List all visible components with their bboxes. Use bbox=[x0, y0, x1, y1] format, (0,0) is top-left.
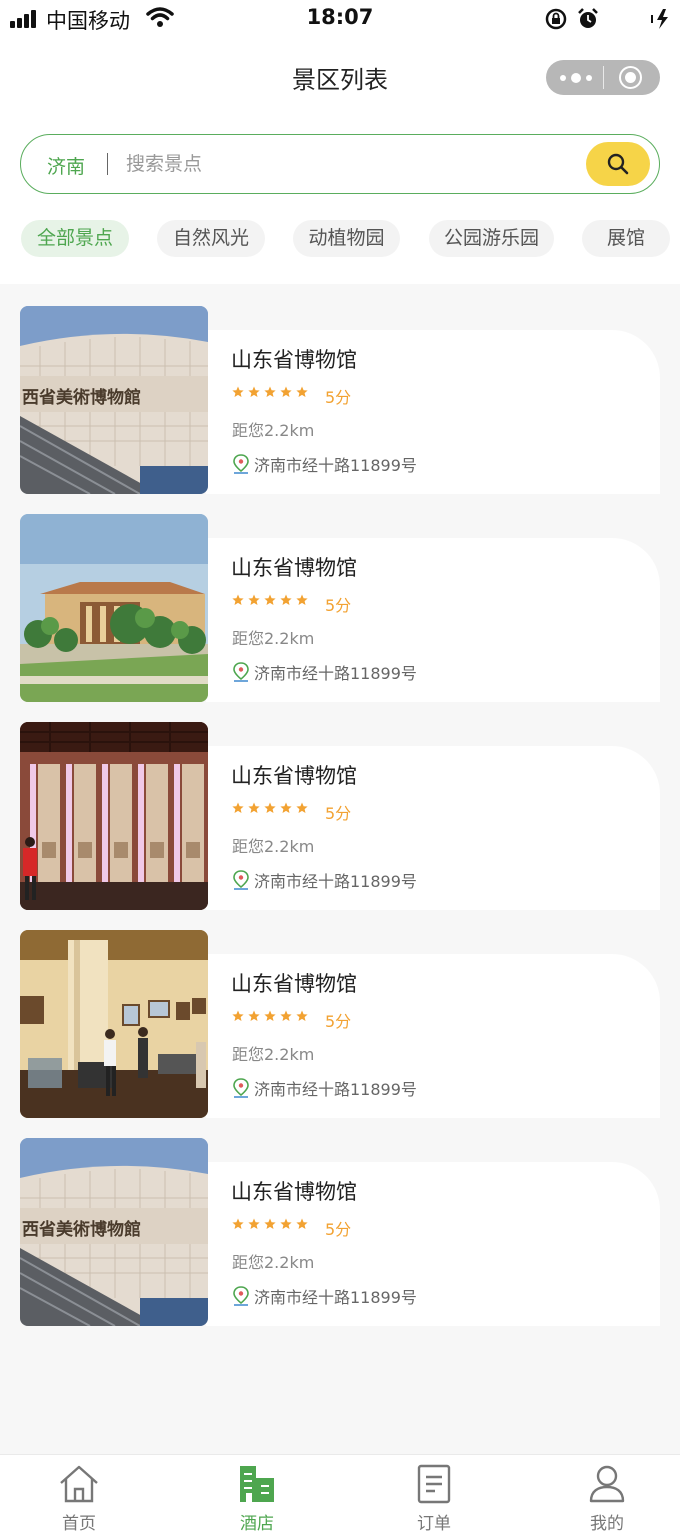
rating-stars bbox=[232, 1218, 312, 1234]
home-icon bbox=[60, 1465, 98, 1503]
tab-label: 订单 bbox=[417, 1514, 451, 1534]
rating-score: 5分 bbox=[325, 388, 352, 407]
distance: 距您2.2km bbox=[232, 1045, 315, 1064]
spot-thumbnail[interactable] bbox=[20, 722, 208, 910]
spot-thumbnail[interactable] bbox=[20, 930, 208, 1118]
tab-label: 我的 bbox=[590, 1514, 624, 1534]
capsule-divider bbox=[603, 66, 604, 89]
alarm-icon bbox=[578, 8, 598, 28]
address: 济南市经十路11899号 bbox=[254, 1080, 417, 1099]
distance: 距您2.2km bbox=[232, 421, 315, 440]
mini-program-capsule bbox=[546, 60, 660, 95]
spot-thumbnail[interactable]: 西省美術博物館 bbox=[20, 306, 208, 494]
category-all[interactable]: 全部景点 bbox=[21, 220, 129, 257]
distance: 距您2.2km bbox=[232, 837, 315, 856]
svg-text:西省美術博物館: 西省美術博物館 bbox=[22, 1219, 141, 1240]
status-bar: 中国移动 18:07 bbox=[0, 0, 680, 38]
rating-score: 5分 bbox=[325, 804, 352, 823]
rating-score: 5分 bbox=[325, 596, 352, 615]
spot-card[interactable]: 西省美術博物館 山东省博物馆 5分 距您2.2km 济南市经十路11899号 bbox=[20, 1138, 660, 1326]
close-mini-program-icon[interactable] bbox=[619, 66, 642, 89]
tab-orders[interactable]: 订单 bbox=[384, 1455, 484, 1534]
spot-name: 山东省博物馆 bbox=[231, 556, 357, 580]
distance: 距您2.2km bbox=[232, 629, 315, 648]
spot-card[interactable]: 西省美術博物館 山东省博物馆 5分 距您2.2km 济南市经十路11899号 bbox=[20, 306, 660, 494]
address: 济南市经十路11899号 bbox=[254, 872, 417, 891]
search-input[interactable] bbox=[126, 145, 576, 183]
tab-hotel[interactable]: 酒店 bbox=[207, 1455, 307, 1534]
spot-thumbnail[interactable] bbox=[20, 514, 208, 702]
charging-icon bbox=[651, 9, 668, 29]
tab-home[interactable]: 首页 bbox=[29, 1455, 129, 1534]
search-button[interactable] bbox=[586, 142, 650, 186]
rating-score: 5分 bbox=[325, 1220, 352, 1239]
rating-stars bbox=[232, 802, 312, 818]
rating-stars bbox=[232, 1010, 312, 1026]
search-icon bbox=[607, 153, 629, 175]
address: 济南市经十路11899号 bbox=[254, 456, 417, 475]
location-pin-icon bbox=[233, 454, 249, 474]
category-zoo-botanical[interactable]: 动植物园 bbox=[293, 220, 400, 257]
category-parks[interactable]: 公园游乐园 bbox=[429, 220, 554, 257]
category-nature[interactable]: 自然风光 bbox=[157, 220, 265, 257]
spot-card[interactable]: 山东省博物馆 5分 距您2.2km 济南市经十路11899号 bbox=[20, 930, 660, 1118]
rating-score: 5分 bbox=[325, 1012, 352, 1031]
hotel-icon bbox=[240, 1466, 274, 1502]
spot-card[interactable]: 山东省博物馆 5分 距您2.2km 济南市经十路11899号 bbox=[20, 514, 660, 702]
spot-card[interactable]: 山东省博物馆 5分 距您2.2km 济南市经十路11899号 bbox=[20, 722, 660, 910]
rating-stars bbox=[232, 594, 312, 610]
rotation-lock-icon bbox=[545, 8, 567, 30]
tab-label: 酒店 bbox=[240, 1514, 274, 1534]
tab-label: 首页 bbox=[62, 1514, 96, 1534]
bottom-tab-bar: 首页 酒店 订单 我的 bbox=[0, 1454, 680, 1534]
location-pin-icon bbox=[233, 870, 249, 890]
address: 济南市经十路11899号 bbox=[254, 664, 417, 683]
tab-profile[interactable]: 我的 bbox=[557, 1455, 657, 1534]
rating-stars bbox=[232, 386, 312, 402]
location-pin-icon bbox=[233, 1078, 249, 1098]
spot-name: 山东省博物馆 bbox=[231, 972, 357, 996]
location-pin-icon bbox=[233, 1286, 249, 1306]
spot-name: 山东省博物馆 bbox=[231, 764, 357, 788]
spot-name: 山东省博物馆 bbox=[231, 348, 357, 372]
spot-name: 山东省博物馆 bbox=[231, 1180, 357, 1204]
svg-text:西省美術博物館: 西省美術博物館 bbox=[22, 387, 141, 408]
search-divider bbox=[107, 153, 108, 175]
location-pin-icon bbox=[233, 662, 249, 682]
order-icon bbox=[417, 1464, 451, 1504]
category-exhibition[interactable]: 展馆 bbox=[582, 220, 670, 257]
address: 济南市经十路11899号 bbox=[254, 1288, 417, 1307]
search-bar: 济南 bbox=[20, 134, 660, 194]
user-icon bbox=[589, 1465, 625, 1503]
spot-thumbnail[interactable]: 西省美術博物館 bbox=[20, 1138, 208, 1326]
city-selector[interactable]: 济南 bbox=[47, 152, 85, 179]
more-icon[interactable] bbox=[560, 73, 592, 83]
distance: 距您2.2km bbox=[232, 1253, 315, 1272]
